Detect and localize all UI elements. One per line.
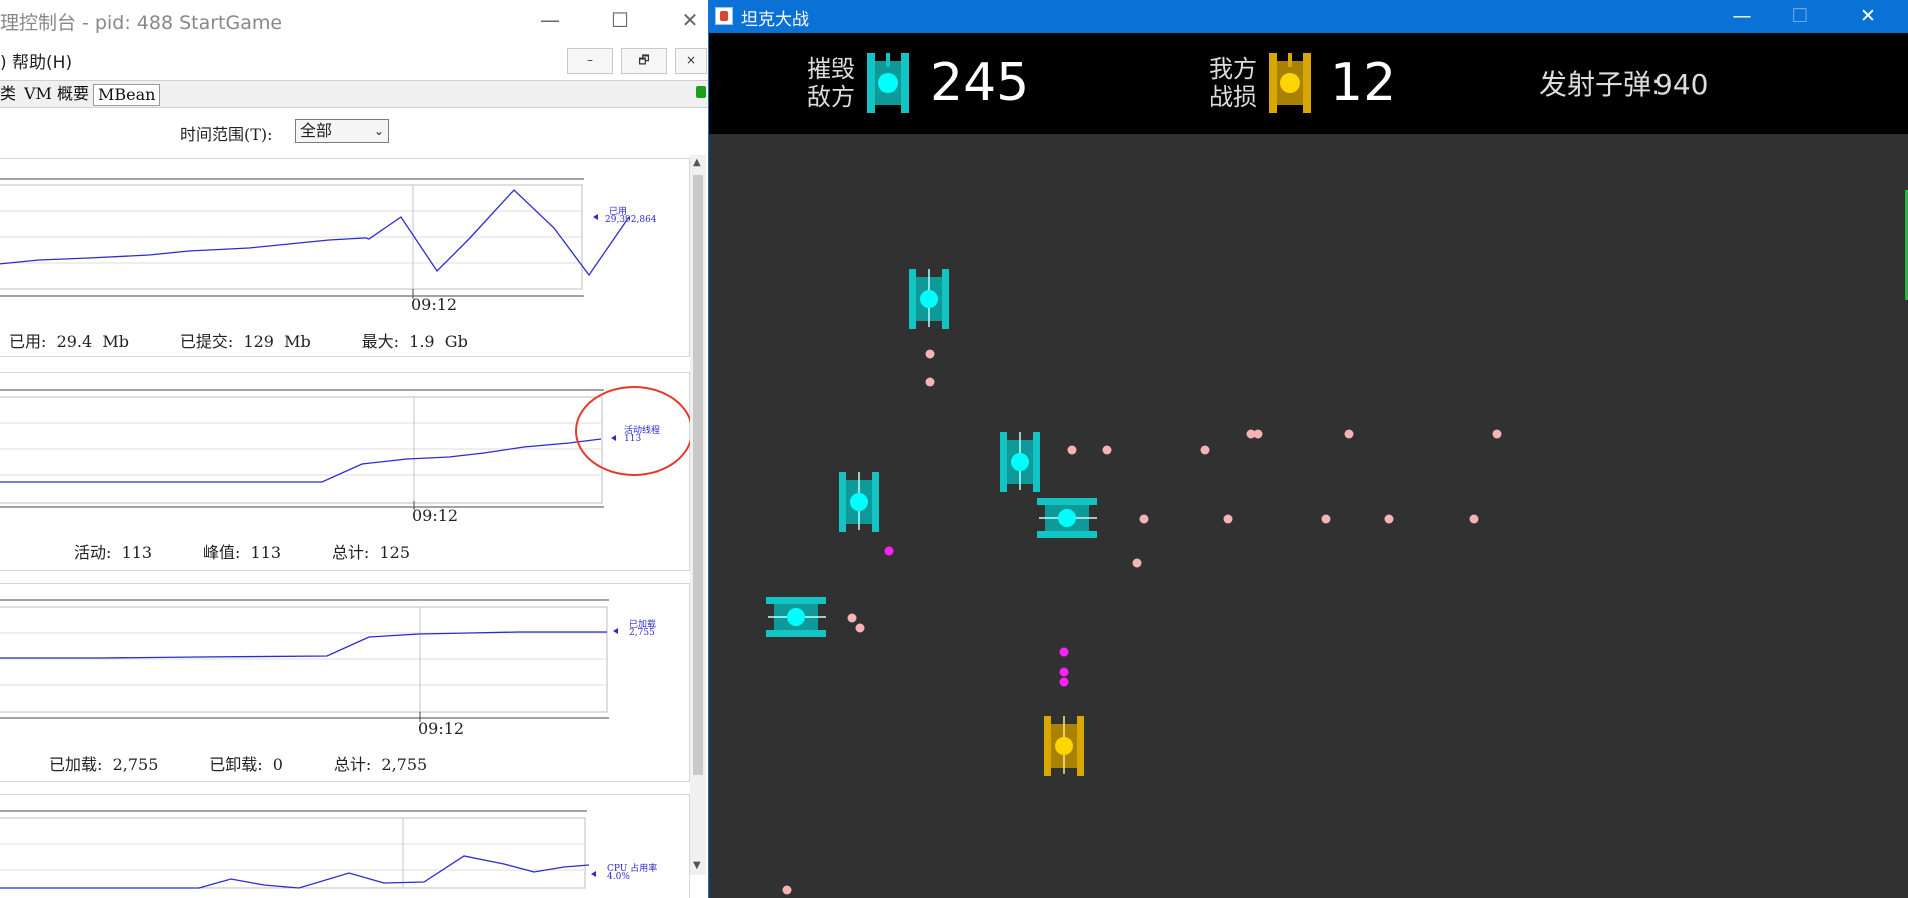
- battlefield-canvas: [766, 269, 1502, 895]
- destroyed-count: 245: [930, 53, 1030, 113]
- enemy-tank: [1037, 498, 1097, 538]
- java-app-icon: [715, 7, 733, 25]
- game-title: 坦克大战: [741, 10, 809, 30]
- scroll-down-icon[interactable]: ▼: [693, 860, 701, 871]
- time-range-select[interactable]: 全部 ⌄: [295, 119, 389, 143]
- tab-mbean[interactable]: MBean: [93, 84, 161, 106]
- threads-time-label: 09:12: [412, 506, 459, 525]
- threads-stats: 活动: 113 峰值: 113 总计: 125: [74, 543, 411, 562]
- jconsole-window: 理控制台 - pid: 488 StartGame — ☐ ✕ ) 帮助(H) …: [0, 0, 708, 898]
- connection-icon: [696, 86, 706, 98]
- mdi-close-button[interactable]: ×: [675, 48, 707, 74]
- jconsole-close-button[interactable]: ✕: [675, 6, 705, 34]
- memory-chart: [0, 178, 630, 299]
- destroyed-label-line1: 摧毁: [807, 55, 855, 83]
- enemy-tank-icon: [867, 53, 909, 113]
- memory-panel: 已用 29,392,864 09:12 已用: 29.4 Mb 已提交: 129…: [0, 158, 690, 357]
- game-minimize-button[interactable]: —: [1719, 2, 1765, 30]
- enemy-bullets: [782, 349, 1502, 895]
- losses-count: 12: [1330, 53, 1397, 113]
- time-range-label: 时间范围(T):: [180, 125, 273, 144]
- game-close-button[interactable]: ✕: [1845, 2, 1891, 30]
- mdi-minimize-button[interactable]: –: [567, 48, 613, 74]
- losses-label-line2: 战损: [1209, 83, 1257, 111]
- scroll-up-icon[interactable]: ▲: [693, 157, 701, 168]
- jconsole-titlebar: 理控制台 - pid: 488 StartGame — ☐ ✕: [0, 0, 708, 40]
- cpu-chart: [0, 810, 596, 889]
- jconsole-minimize-button[interactable]: —: [535, 6, 565, 34]
- classes-stats: 已加载: 2,755 已卸载: 0 总计: 2,755: [49, 755, 428, 774]
- tank-game-window: 坦克大战 — ☐ ✕ 摧毁 敌方 245 我方 战损 12 发射子弹: 940: [708, 0, 1908, 898]
- chevron-down-icon: ⌄: [373, 124, 384, 138]
- cpu-legend-value: 4.0%: [607, 872, 630, 882]
- memory-stats: 已用: 29.4 Mb 已提交: 129 Mb 最大: 1.9 Gb: [9, 332, 468, 351]
- classes-legend-value: 2,755: [629, 628, 655, 638]
- enemy-tank: [839, 472, 879, 532]
- player-tank: [1044, 716, 1084, 776]
- jconsole-maximize-button[interactable]: ☐: [605, 6, 635, 34]
- jconsole-title: 理控制台 - pid: 488 StartGame: [0, 12, 283, 34]
- tab-classes[interactable]: 类: [0, 84, 20, 104]
- bullets-count: 940: [1655, 68, 1709, 101]
- enemy-tank: [766, 597, 826, 637]
- game-hud: 摧毁 敌方 245 我方 战损 12 发射子弹: 940: [709, 33, 1908, 134]
- tab-vm-summary[interactable]: VM 概要: [20, 84, 93, 104]
- game-titlebar: 坦克大战 — ☐ ✕: [709, 0, 1908, 33]
- time-range-value: 全部: [300, 121, 333, 140]
- enemy-tank: [1000, 432, 1040, 492]
- mdi-restore-button[interactable]: 🗗: [621, 48, 667, 74]
- classes-time-label: 09:12: [418, 719, 465, 738]
- menu-help[interactable]: ) 帮助(H): [0, 48, 72, 73]
- bullets-label: 发射子弹:: [1539, 68, 1661, 101]
- player-bullets: [884, 546, 1069, 687]
- losses-label-line1: 我方: [1209, 55, 1257, 83]
- jconsole-scrollbar[interactable]: ▲ ▼: [690, 155, 706, 875]
- cpu-panel: CPU 占用率 4.0%: [0, 794, 690, 898]
- classes-panel: 已加载 2,755 09:12 已加载: 2,755 已卸载: 0 总计: 2,…: [0, 583, 690, 782]
- game-maximize-button[interactable]: ☐: [1777, 2, 1823, 30]
- memory-time-label: 09:12: [411, 295, 458, 314]
- destroyed-label-line2: 敌方: [807, 83, 855, 111]
- memory-legend-value: 29,392,864: [605, 215, 657, 225]
- enemy-tank: [909, 269, 949, 329]
- scrollbar-thumb[interactable]: [693, 175, 703, 775]
- player-tank-icon: [1269, 53, 1311, 113]
- highlight-circle: [575, 386, 693, 476]
- threads-panel: 活动线程 113 09:12 活动: 113 峰值: 113 总计: 125: [0, 372, 690, 571]
- battlefield: [709, 134, 1908, 898]
- jconsole-tabbar: 类 VM 概要 MBean: [0, 80, 708, 108]
